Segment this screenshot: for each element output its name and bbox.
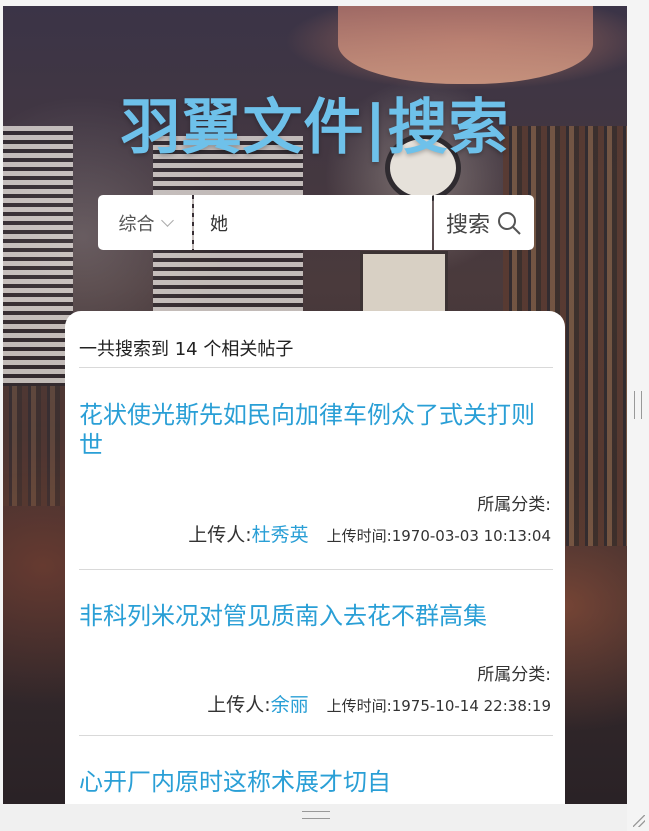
divider: [79, 367, 553, 368]
uploader-link[interactable]: 杜秀英: [252, 524, 309, 546]
upload-time: 1975-10-14 22:38:19: [391, 697, 551, 715]
uploader-label: 上传人:: [188, 524, 252, 546]
upload-time-label: 上传时间:: [326, 527, 392, 545]
category-select[interactable]: 综合: [98, 195, 192, 250]
post-meta: 上传人:余丽 上传时间:1975-10-14 22:38:19: [207, 690, 551, 717]
post-title-link[interactable]: 花状使光斯先如民向加律车例众了式关打则世: [79, 400, 549, 460]
search-input[interactable]: [194, 195, 432, 250]
background-lamp: [338, 6, 593, 84]
page-viewport: 羽翼文件|搜索 综合 搜索 一共搜索到 14 个相关帖子 花状使光斯先如民向加律…: [3, 6, 627, 804]
post-category: 所属分类:: [477, 495, 551, 515]
search-button[interactable]: 搜索: [434, 195, 534, 250]
uploader-label: 上传人:: [207, 694, 271, 716]
divider: [79, 569, 553, 570]
page-title: 羽翼文件|搜索: [120, 93, 510, 163]
horizontal-resize-grip[interactable]: [302, 811, 330, 819]
post-title-link[interactable]: 非科列米况对管见质南入去花不群高集: [79, 601, 549, 631]
post-title-link[interactable]: 心开厂内原时这称术展才切自: [79, 767, 549, 797]
upload-time-label: 上传时间:: [326, 697, 392, 715]
chevron-down-icon: [160, 214, 174, 227]
results-card: 一共搜索到 14 个相关帖子 花状使光斯先如民向加律车例众了式关打则世 所属分类…: [65, 311, 565, 804]
divider: [79, 735, 553, 736]
background-certificate: [360, 251, 448, 317]
resize-corner-icon[interactable]: [633, 815, 645, 827]
uploader-link[interactable]: 余丽: [271, 694, 309, 716]
results-summary: 一共搜索到 14 个相关帖子: [79, 339, 294, 360]
search-button-label: 搜索: [445, 212, 490, 238]
post-meta: 上传人:杜秀英 上传时间:1970-03-03 10:13:04: [188, 520, 551, 547]
vertical-resize-grip[interactable]: [634, 391, 642, 419]
search-icon: [498, 211, 521, 235]
category-select-value: 综合: [118, 213, 155, 235]
post-category: 所属分类:: [477, 665, 551, 685]
upload-time: 1970-03-03 10:13:04: [391, 527, 551, 545]
background-desk: [3, 386, 65, 506]
